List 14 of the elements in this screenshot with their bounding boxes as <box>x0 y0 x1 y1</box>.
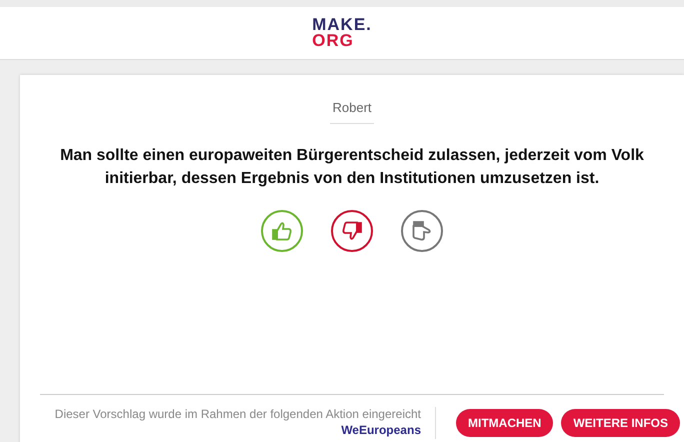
thumb-sideways-icon <box>411 220 433 242</box>
action-button[interactable]: MITMACHEN <box>456 409 554 437</box>
thumbs-up-icon <box>271 220 293 242</box>
campaign-link[interactable]: WeEuropeans <box>341 423 421 437</box>
vote-button[interactable] <box>331 210 373 252</box>
proposal-text: Man sollte einen europaweiten Bürgerentscheid zulassen, jederzeit vom Volk initierbar, dessen Ergebnis von den Institutionen umzusetzen ist. <box>59 146 645 189</box>
logo-text: ORG <box>312 33 355 49</box>
logo-text: MAKE. <box>312 17 372 33</box>
thumbs-down-icon <box>341 220 363 242</box>
campaign-note: Dieser Vorschlag wurde im Rahmen der folgenden Aktion eingereicht <box>54 407 421 421</box>
vote-button[interactable] <box>401 210 443 252</box>
author-name: Robert <box>330 100 374 124</box>
vote-button[interactable] <box>261 210 303 252</box>
action-button[interactable]: WEITERE INFOS <box>561 409 680 437</box>
